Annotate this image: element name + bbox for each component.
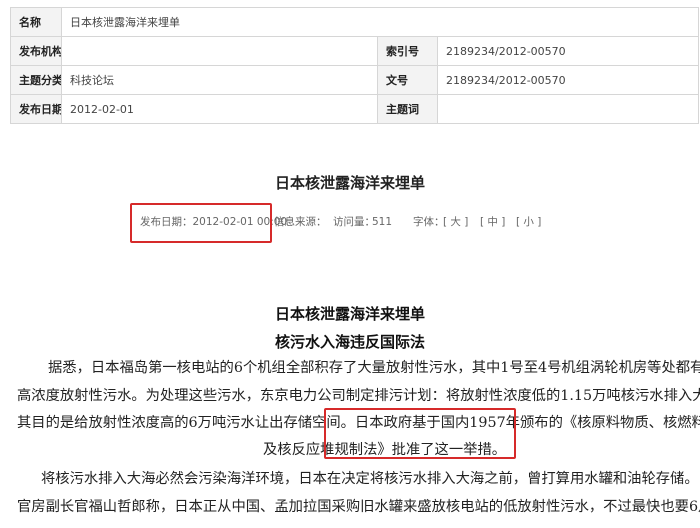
info-source: 信息来源：: [274, 216, 327, 228]
name-value: 日本核泄露海洋来埋单: [61, 7, 699, 37]
keyword-label: 主题词: [377, 94, 438, 124]
org-value: [61, 36, 378, 66]
keyword-value: [437, 94, 699, 124]
font-size-label: 字体：: [413, 216, 445, 228]
metadata-row-date: 发布日期 2012-02-01 主题词: [10, 94, 699, 124]
metadata-row-name: 名称 日本核泄露海洋来埋单: [10, 7, 699, 37]
index-label: 索引号: [377, 36, 438, 66]
paragraph-line-5: 将核污水排入大海必然会污染海洋环境，日本在决定将核污水排入大海之前，曾打算用水罐…: [41, 471, 700, 487]
docno-label: 文号: [377, 65, 438, 95]
views-count: 511: [372, 216, 393, 228]
page-title: 日本核泄露海洋来埋单: [274, 174, 425, 192]
paragraph-line-6: 官房副长官福山哲郎称，日本正从中国、孟加拉国采购旧水罐来盛放核电站的低放射性污水…: [17, 499, 700, 515]
metadata-row-org: 发布机构 索引号 2189234/2012-00570: [10, 36, 699, 66]
highlight-box-date: [130, 203, 272, 243]
paragraph-line-1: 据悉，日本福岛第一核电站的6个机组全部积存了大量放射性污水，其中1号至4号机组涡…: [48, 360, 700, 376]
index-value: 2189234/2012-00570: [437, 36, 699, 66]
font-size-medium-button[interactable]: [ 中 ]: [480, 214, 505, 230]
category-label: 主题分类: [10, 65, 62, 95]
metadata-row-category: 主题分类 科技论坛 文号 2189234/2012-00570: [10, 65, 699, 95]
document-metadata-table: 名称 日本核泄露海洋来埋单 发布机构 索引号 2189234/2012-0057…: [10, 7, 699, 124]
date-value: 2012-02-01: [61, 94, 378, 124]
highlight-box-law: [324, 408, 516, 459]
views-label: 访问量：: [333, 216, 375, 228]
paragraph-line-2: 高浓度放射性污水。为处理这些污水，东京电力公司制定排污计划：将放射性浓度低的1.…: [17, 388, 700, 404]
article-headline: 日本核泄露海洋来埋单: [274, 305, 425, 323]
name-label: 名称: [10, 7, 62, 37]
article-subheadline: 核污水入海违反国际法: [274, 333, 425, 351]
docno-value: 2189234/2012-00570: [437, 65, 699, 95]
org-label: 发布机构: [10, 36, 62, 66]
font-size-small-button[interactable]: [ 小 ]: [516, 214, 541, 230]
font-size-large-button[interactable]: [ 大 ]: [443, 214, 468, 230]
date-label: 发布日期: [10, 94, 62, 124]
category-value: 科技论坛: [61, 65, 378, 95]
